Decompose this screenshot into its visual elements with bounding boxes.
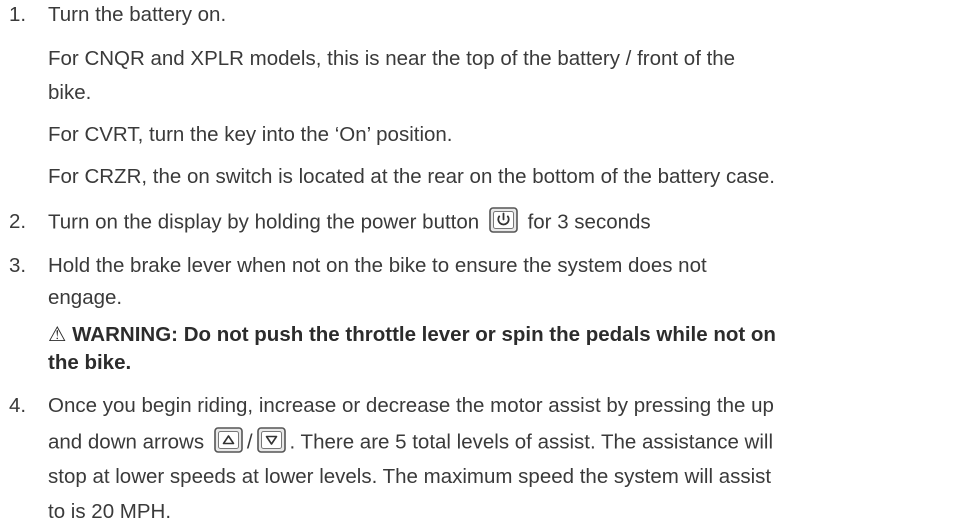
- step-1-note-3: For CVRT, turn the key into the ‘On’ pos…: [48, 123, 453, 146]
- warning-triangle-icon: ⚠: [48, 323, 67, 346]
- step-4-line-4: to is 20 MPH.: [48, 500, 172, 523]
- step-1-note-2: bike.: [48, 81, 92, 104]
- up-arrow-button-icon: [214, 427, 243, 453]
- step-4-line-1: Once you begin riding, increase or decre…: [48, 394, 774, 417]
- step-2-line: Turn on the display by holding the power…: [48, 207, 651, 236]
- step-2-text-before: Turn on the display by holding the power…: [48, 210, 480, 234]
- step-1-note-4: For CRZR, the on switch is located at th…: [48, 165, 775, 188]
- step-1-number: 1.: [9, 3, 27, 26]
- power-button-icon: [489, 207, 518, 233]
- step-1-note-1: For CNQR and XPLR models, this is near t…: [48, 47, 736, 70]
- warning-line-1: ⚠ WARNING: Do not push the throttle leve…: [48, 323, 776, 347]
- arrow-separator: /: [246, 430, 253, 454]
- step-2-text-after: for 3 seconds: [527, 210, 651, 234]
- step-3-line-2: engage.: [48, 286, 123, 309]
- step-4-text-before: and down arrows: [48, 430, 205, 454]
- step-4-line-3: stop at lower speeds at lower levels. Th…: [48, 465, 772, 488]
- step-4-line-2: and down arrows / . There are 5 total le…: [48, 427, 774, 456]
- warning-text-1: WARNING: Do not push the throttle lever …: [72, 323, 776, 346]
- step-1-text: Turn the battery on.: [48, 3, 227, 26]
- step-3-number: 3.: [9, 254, 27, 277]
- step-4-text-after: . There are 5 total levels of assist. Th…: [289, 430, 774, 454]
- down-arrow-button-icon: [256, 427, 286, 453]
- step-3-line-1: Hold the brake lever when not on the bik…: [48, 254, 707, 277]
- step-4-number: 4.: [9, 394, 27, 417]
- step-2-number: 2.: [9, 210, 27, 233]
- warning-line-2: the bike.: [48, 351, 132, 374]
- instruction-document: 1. Turn the battery on. For CNQR and XPL…: [0, 0, 974, 529]
